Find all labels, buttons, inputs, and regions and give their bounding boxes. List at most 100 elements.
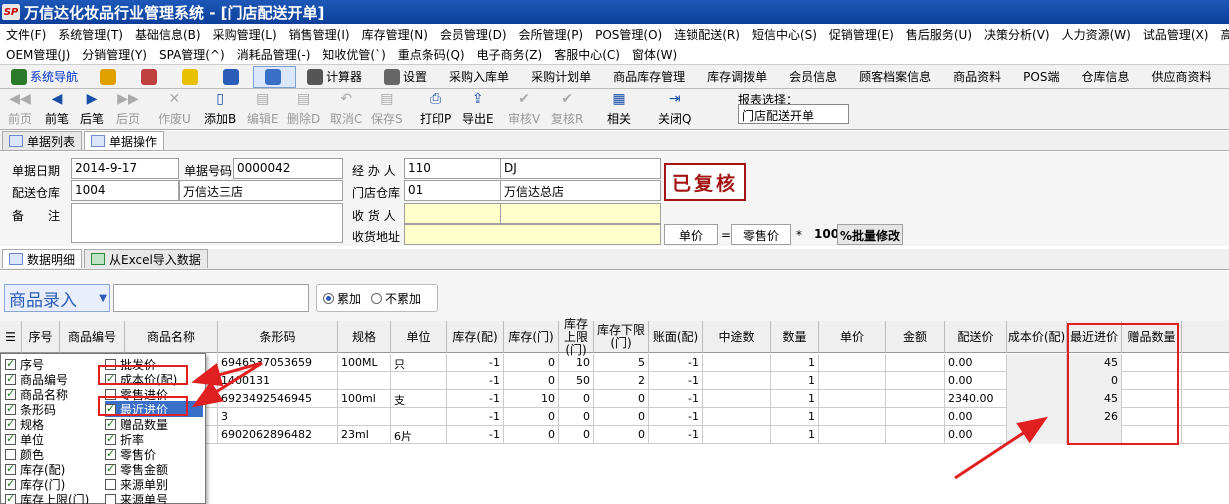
- menu-item[interactable]: 销售管理(I): [283, 26, 356, 43]
- date-field[interactable]: 2014-9-17: [71, 158, 179, 179]
- close-button[interactable]: ⇥ 关闭Q: [658, 91, 691, 127]
- radio-accumulate[interactable]: [323, 292, 334, 304]
- menu-item[interactable]: 会所管理(P): [513, 26, 590, 43]
- menu-item[interactable]: 试品管理(X): [1137, 26, 1215, 43]
- menu-item[interactable]: 窗体(W): [626, 46, 683, 63]
- tab-document-list[interactable]: 单据列表: [2, 131, 83, 150]
- menu-item[interactable]: 会员管理(D): [434, 26, 513, 43]
- nav-item[interactable]: 仓库信息: [1070, 66, 1140, 88]
- column-checkbox[interactable]: [5, 448, 16, 460]
- nav-item[interactable]: 供应商资料: [1140, 66, 1222, 88]
- nav-item[interactable]: [253, 65, 297, 88]
- menu-item[interactable]: 基础信息(B): [129, 26, 207, 43]
- menu-item[interactable]: 消耗品管理(-): [231, 46, 317, 63]
- menu-item[interactable]: 促销管理(E): [823, 26, 900, 43]
- column-header[interactable]: 成本价(配): [1007, 321, 1067, 353]
- column-checkbox[interactable]: [105, 462, 116, 475]
- menu-item[interactable]: 系统管理(T): [52, 26, 129, 43]
- radio-no-accumulate[interactable]: [371, 292, 383, 304]
- column-header[interactable]: 账面(配): [649, 321, 703, 353]
- batch-modify-button[interactable]: %批量修改: [837, 224, 903, 245]
- column-checkbox[interactable]: [5, 387, 16, 400]
- audit-button[interactable]: ✔ 审核V: [508, 91, 540, 127]
- tab-data-detail[interactable]: 数据明细: [2, 249, 83, 268]
- delete-button[interactable]: ▤ 删除D: [287, 91, 320, 127]
- nav-item[interactable]: 计算器: [296, 66, 373, 88]
- menu-item[interactable]: 重点条码(Q): [392, 46, 471, 63]
- menu-item[interactable]: 短信中心(S): [746, 26, 823, 43]
- column-header[interactable]: 单位: [391, 321, 447, 353]
- handler-code-field[interactable]: 110: [404, 158, 501, 179]
- review-button[interactable]: ✔ 复核R: [551, 91, 583, 127]
- product-entry-input[interactable]: [113, 284, 309, 312]
- product-entry-select[interactable]: 商品录入 ▼: [4, 284, 110, 312]
- export-button[interactable]: ⇪ 导出E: [462, 91, 494, 127]
- report-select-input[interactable]: 门店配送开单: [738, 104, 849, 124]
- menu-item[interactable]: 库存管理(N): [356, 26, 434, 43]
- column-header[interactable]: 商品编号: [60, 321, 125, 353]
- menu-item[interactable]: OEM管理(J): [0, 46, 76, 63]
- column-checkbox[interactable]: [105, 417, 116, 430]
- menu-item[interactable]: 知收优管(`): [316, 46, 391, 63]
- nav-item[interactable]: 系统导航: [0, 66, 89, 88]
- menu-item[interactable]: 人力资源(W): [1056, 26, 1137, 43]
- nav-item[interactable]: [89, 66, 130, 88]
- nav-item[interactable]: [130, 66, 171, 88]
- column-header[interactable]: 配送价: [945, 321, 1007, 353]
- column-header[interactable]: 单价: [819, 321, 886, 353]
- column-header[interactable]: 库存下限(门): [594, 321, 649, 353]
- column-chooser-icon[interactable]: ☰: [0, 321, 22, 353]
- column-header[interactable]: 商品名称: [125, 321, 218, 353]
- column-checkbox[interactable]: [5, 402, 16, 415]
- column-header[interactable]: 库存上限(门): [559, 317, 594, 356]
- nav-item[interactable]: [171, 66, 212, 88]
- nav-item[interactable]: [212, 66, 253, 88]
- next-record-button[interactable]: ▶ 后笔: [80, 91, 104, 127]
- menu-item[interactable]: 高级会员: [1214, 26, 1229, 43]
- related-button[interactable]: ▦ 相关: [607, 91, 631, 127]
- menu-item[interactable]: 客服中心(C): [548, 46, 626, 63]
- nav-item[interactable]: 顾客档案信息: [848, 66, 942, 88]
- nav-item[interactable]: 商品库存管理: [602, 66, 696, 88]
- nav-item[interactable]: 库存调拨单: [696, 66, 778, 88]
- edit-button[interactable]: ▤ 编辑E: [247, 91, 279, 127]
- price-type-select[interactable]: 零售价: [731, 224, 791, 245]
- column-checkbox[interactable]: [105, 478, 116, 490]
- menu-item[interactable]: 售后服务(U): [900, 26, 978, 43]
- nav-item[interactable]: 商品资料: [942, 66, 1012, 88]
- menu-item[interactable]: 连锁配送(R): [668, 26, 746, 43]
- menu-item[interactable]: 文件(F): [0, 26, 52, 43]
- column-checkbox[interactable]: [5, 372, 16, 385]
- column-header[interactable]: 数量: [771, 321, 819, 353]
- doc-no-field[interactable]: 0000042: [233, 158, 343, 179]
- column-checkbox[interactable]: [5, 477, 16, 490]
- warehouse-code-field[interactable]: 1004: [71, 180, 179, 201]
- column-header[interactable]: 序号: [22, 321, 60, 353]
- column-header[interactable]: 条形码: [218, 321, 338, 353]
- column-option[interactable]: 库存上限(门): [5, 491, 103, 504]
- tab-document-operation[interactable]: 单据操作: [84, 131, 165, 150]
- cancel-button[interactable]: ↶ 取消C: [330, 91, 362, 127]
- save-button[interactable]: ▤ 保存S: [371, 91, 403, 127]
- column-checkbox[interactable]: [5, 432, 16, 445]
- menu-item[interactable]: 分销管理(Y): [76, 46, 153, 63]
- column-checkbox[interactable]: [5, 492, 16, 504]
- menu-item[interactable]: 电子商务(Z): [471, 46, 549, 63]
- menu-item[interactable]: 采购管理(L): [207, 26, 283, 43]
- remark-field[interactable]: [71, 203, 343, 243]
- column-checkbox[interactable]: [5, 357, 16, 370]
- receiver-code-field[interactable]: [404, 203, 501, 224]
- menu-item[interactable]: 决策分析(V): [978, 26, 1056, 43]
- void-button[interactable]: ✕ 作废U: [158, 91, 191, 127]
- column-header[interactable]: 库存(配): [447, 321, 504, 353]
- nav-item[interactable]: POS端: [1012, 66, 1070, 88]
- column-checkbox[interactable]: [105, 493, 116, 504]
- prev-record-button[interactable]: ◀ 前笔: [45, 91, 69, 127]
- column-header[interactable]: 规格: [338, 321, 391, 353]
- tab-import-excel[interactable]: 从Excel导入数据: [84, 249, 208, 268]
- menu-item[interactable]: SPA管理(^): [153, 46, 231, 63]
- nav-item[interactable]: 设置: [373, 66, 438, 88]
- receiver-name-field[interactable]: [500, 203, 661, 224]
- nav-item[interactable]: 采购入库单: [438, 66, 520, 88]
- nav-item[interactable]: 会员信息: [778, 66, 848, 88]
